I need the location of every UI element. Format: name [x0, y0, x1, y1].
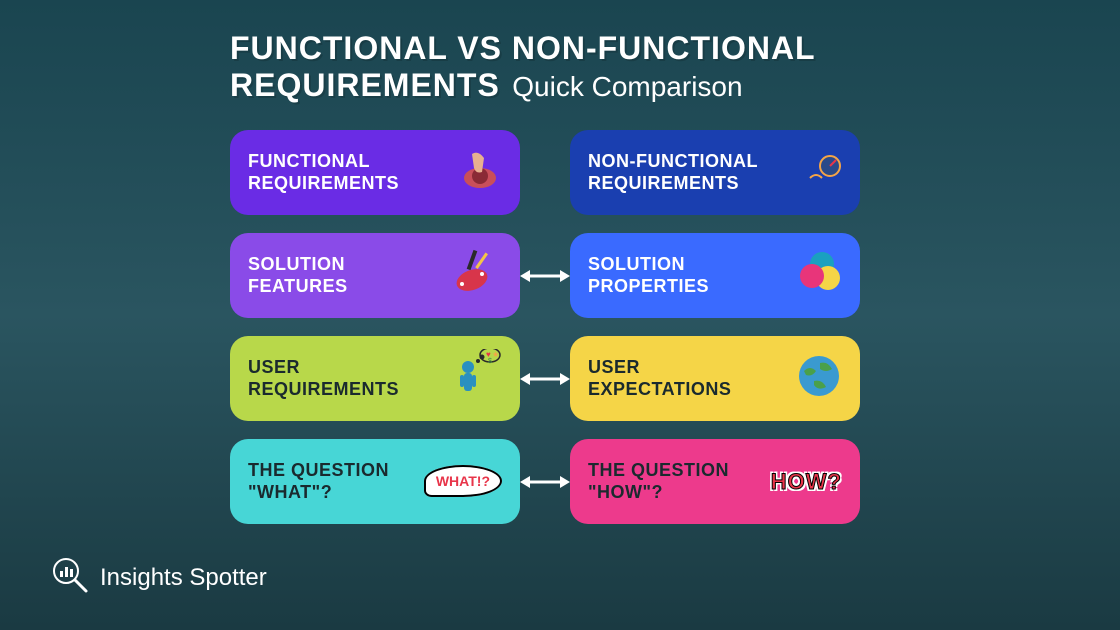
- card-text: FUNCTIONAL REQUIREMENTS: [248, 151, 399, 194]
- title-line2: REQUIREMENTS: [230, 67, 500, 103]
- card-text: THE QUESTION "WHAT"?: [248, 460, 389, 503]
- card-non-functional-requirements: NON-FUNCTIONAL REQUIREMENTS: [570, 130, 860, 215]
- card-text: THE QUESTION "HOW"?: [588, 460, 729, 503]
- card-functional-requirements: FUNCTIONAL REQUIREMENTS: [230, 130, 520, 215]
- card-text: USER EXPECTATIONS: [588, 357, 731, 400]
- card-text: SOLUTION PROPERTIES: [588, 254, 709, 297]
- magnifier-chart-icon: [50, 555, 90, 600]
- how-sticker: HOW?: [771, 469, 842, 494]
- finger-press-icon: [458, 148, 502, 197]
- card-user-expectations: USER EXPECTATIONS: [570, 336, 860, 421]
- card-question-how: THE QUESTION "HOW"? HOW?: [570, 439, 860, 524]
- card-text: NON-FUNCTIONAL REQUIREMENTS: [588, 151, 758, 194]
- title-line1: FUNCTIONAL VS NON-FUNCTIONAL: [230, 30, 816, 66]
- card-text: USER REQUIREMENTS: [248, 357, 399, 400]
- svg-text:$: $: [488, 358, 492, 365]
- person-thought-icon: ♥ ★ $: [448, 349, 502, 408]
- svg-text:★: ★: [492, 350, 499, 359]
- double-arrow-icon: [520, 369, 570, 389]
- card-solution-properties: SOLUTION PROPERTIES: [570, 233, 860, 318]
- brand: Insights Spotter: [50, 555, 267, 600]
- card-solution-features: SOLUTION FEATURES: [230, 233, 520, 318]
- gauge-icon: [802, 150, 842, 195]
- what-sticker: WHAT!?: [424, 465, 502, 497]
- swiss-knife-icon: [452, 248, 502, 303]
- globe-icon: [796, 353, 842, 404]
- comparison-grid: FUNCTIONAL REQUIREMENTS NON-FUNCTIONAL R…: [230, 130, 860, 524]
- color-circles-icon: [792, 248, 842, 303]
- card-text: SOLUTION FEATURES: [248, 254, 348, 297]
- card-question-what: THE QUESTION "WHAT"? WHAT!?: [230, 439, 520, 524]
- card-user-requirements: USER REQUIREMENTS ♥ ★ $: [230, 336, 520, 421]
- brand-name: Insights Spotter: [100, 564, 267, 592]
- how-sticker-icon: HOW?: [771, 469, 842, 495]
- what-speech-icon: WHAT!?: [424, 473, 502, 491]
- double-arrow-icon: [520, 472, 570, 492]
- subtitle: Quick Comparison: [512, 71, 742, 102]
- double-arrow-icon: [520, 266, 570, 286]
- header: FUNCTIONAL VS NON-FUNCTIONAL REQUIREMENT…: [0, 0, 1120, 104]
